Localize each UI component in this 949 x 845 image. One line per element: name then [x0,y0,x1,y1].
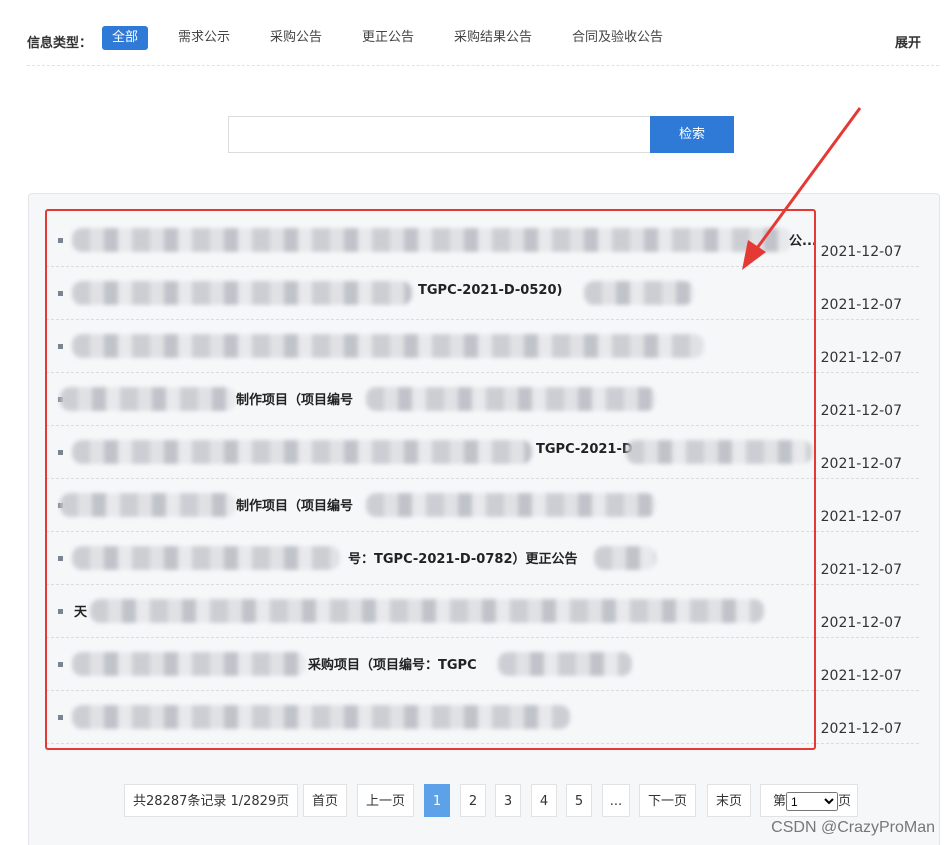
annotation-arrow-icon [742,107,862,270]
page-ellipsis: ... [602,784,630,817]
pagination: 共28287条记录 1/2829页 首页 上一页 1 2 3 4 5 ... 下… [0,784,949,817]
result-date: 2021-12-07 [820,562,902,578]
result-date: 2021-12-07 [820,615,902,631]
result-date: 2021-12-07 [820,350,902,366]
last-page-button[interactable]: 末页 [707,784,752,817]
search-input[interactable] [228,116,650,153]
next-page-button[interactable]: 下一页 [639,784,697,817]
csdn-watermark: CSDN @CrazyProMan [771,819,935,836]
filter-option-demand-notice[interactable]: 需求公示 [178,26,230,50]
first-page-button[interactable]: 首页 [303,784,348,817]
result-date: 2021-12-07 [820,721,902,737]
page-button-5[interactable]: 5 [566,784,592,817]
search-button[interactable]: 检索 [650,116,734,153]
page-button-2[interactable]: 2 [460,784,486,817]
page-button-3[interactable]: 3 [495,784,521,817]
page-jump: 第1页 [760,784,859,817]
info-type-filter-bar: 信息类型： 全部 需求公示 采购公告 更正公告 采购结果公告 合同及验收公告 展… [27,24,939,66]
page-jump-prefix: 第 [773,794,787,809]
filter-option-correction-notice[interactable]: 更正公告 [362,26,414,50]
result-date: 2021-12-07 [820,456,902,472]
expand-filters-button[interactable]: 展开 [895,32,921,51]
result-date: 2021-12-07 [820,509,902,525]
prev-page-button[interactable]: 上一页 [357,784,415,817]
page-jump-suffix: 页 [838,794,852,809]
filter-option-contract-notice[interactable]: 合同及验收公告 [572,26,663,50]
page-button-1[interactable]: 1 [424,784,450,817]
result-date: 2021-12-07 [820,668,902,684]
info-type-label: 信息类型： [27,36,93,51]
filter-option-procurement-notice[interactable]: 采购公告 [270,26,322,50]
result-date: 2021-12-07 [820,403,902,419]
pagination-summary: 共28287条记录 1/2829页 [124,784,299,817]
filter-option-result-notice[interactable]: 采购结果公告 [454,26,532,50]
filter-option-all[interactable]: 全部 [102,26,149,50]
page-button-4[interactable]: 4 [531,784,557,817]
annotation-highlight-box [45,209,816,750]
page-jump-select[interactable]: 1 [786,792,839,811]
result-date: 2021-12-07 [820,297,902,313]
